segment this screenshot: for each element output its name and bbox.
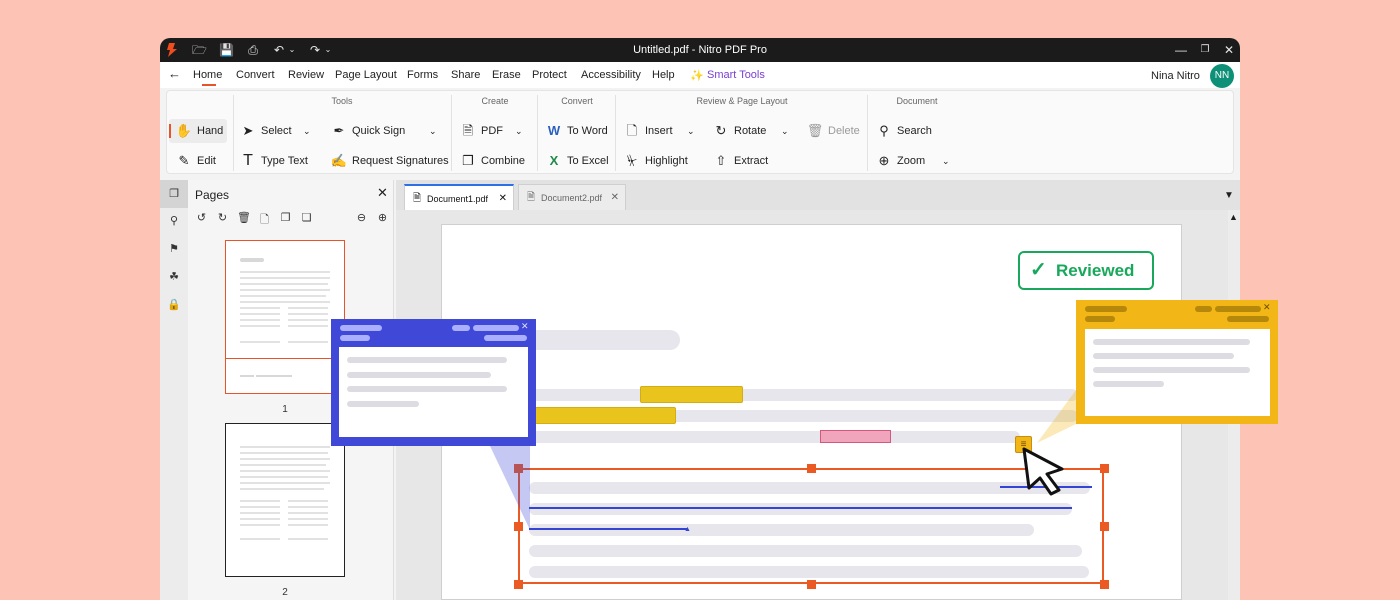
popup-header-line <box>1215 306 1261 312</box>
comment-text-line <box>347 357 507 363</box>
popup-header-line <box>340 325 382 331</box>
note-body[interactable] <box>1085 329 1270 416</box>
comment-text-line <box>347 386 507 392</box>
popup-header-line <box>452 325 470 331</box>
popup-header-line <box>1085 306 1127 312</box>
comment-popup[interactable]: ✕ <box>331 319 536 446</box>
note-text-line <box>1093 353 1234 359</box>
comment-body[interactable] <box>339 347 528 437</box>
note-text-line <box>1093 339 1250 345</box>
note-text-line <box>1093 381 1164 387</box>
close-icon[interactable]: ✕ <box>521 321 529 332</box>
popup-header-line <box>473 325 519 331</box>
note-popup[interactable]: ✕ <box>1076 300 1278 424</box>
close-icon[interactable]: ✕ <box>1263 302 1271 313</box>
mouse-pointer-icon <box>1022 447 1064 496</box>
comment-text-line <box>347 401 419 407</box>
popup-header-line <box>1227 316 1269 322</box>
popup-header-line <box>1195 306 1212 312</box>
note-text-line <box>1093 367 1250 373</box>
popup-header-line <box>484 335 527 341</box>
comment-text-line <box>347 372 491 378</box>
popup-header-line <box>340 335 370 341</box>
popup-header-line <box>1085 316 1115 322</box>
